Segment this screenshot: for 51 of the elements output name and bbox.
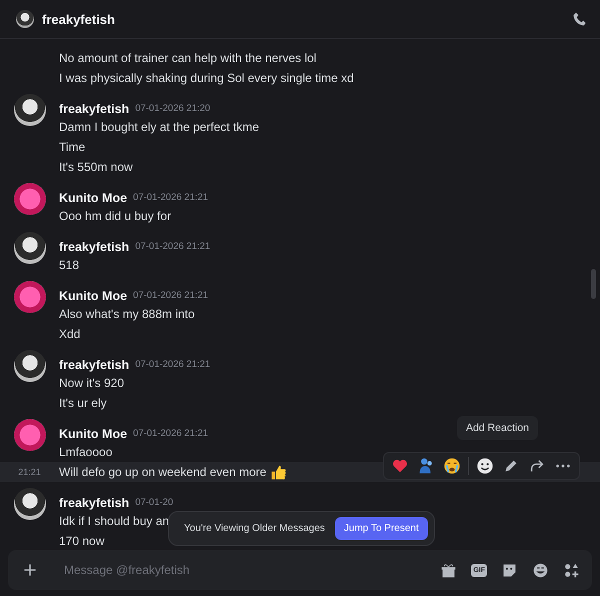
author-name[interactable]: freakyfetish: [59, 240, 130, 254]
timestamp: 07-01-2026 21:20: [135, 103, 210, 114]
avatar[interactable]: [14, 183, 46, 215]
banner-text: You're Viewing Older Messages: [184, 523, 325, 534]
avatar: [16, 10, 34, 28]
message-text: Lmfaoooo: [59, 445, 112, 459]
avatar[interactable]: [14, 488, 46, 520]
scrollbar-thumb[interactable]: [591, 269, 596, 299]
message-text: Will defo go up on weekend even more: [59, 465, 266, 479]
author-name[interactable]: freakyfetish: [59, 496, 130, 510]
message-text: Xdd: [59, 327, 80, 341]
tooltip: Add Reaction: [456, 416, 538, 440]
timestamp: 07-01-2026 21:21: [135, 241, 210, 252]
timestamp: 07-01-2026 21:21: [133, 192, 208, 203]
message-text: 170 now: [59, 534, 104, 548]
apps-icon[interactable]: [563, 562, 580, 578]
avatar[interactable]: [14, 94, 46, 126]
crying-face-icon[interactable]: [442, 456, 462, 476]
plus-icon[interactable]: [22, 562, 38, 578]
timestamp: 07-01-2026 21:21: [133, 290, 208, 301]
message-text: I was physically shaking during Sol every single time xd: [59, 71, 354, 85]
author-name[interactable]: freakyfetish: [59, 358, 130, 372]
message-text: Now it's 920: [59, 376, 124, 390]
avatar[interactable]: [14, 350, 46, 382]
sticker-icon[interactable]: [501, 562, 518, 578]
author-name[interactable]: Kunito Moe: [59, 288, 128, 302]
message-input[interactable]: Message @freakyfetish: [52, 563, 426, 577]
message-text: Time: [59, 140, 86, 154]
emoji-icon[interactable]: [532, 562, 549, 578]
channel-title: freakyfetish: [42, 12, 116, 26]
message-text: 518: [59, 258, 80, 272]
avatar[interactable]: [14, 281, 46, 313]
message-text: It's 550m now: [59, 160, 133, 174]
gift-icon[interactable]: [440, 562, 458, 578]
author-name[interactable]: Kunito Moe: [59, 190, 128, 204]
timestamp: 07-01-2026 21:21: [135, 359, 210, 370]
author-name[interactable]: freakyfetish: [59, 102, 130, 116]
avatar[interactable]: [14, 419, 46, 451]
phone-icon[interactable]: [572, 11, 588, 27]
timestamp: 07-01-2026 21:21: [133, 428, 208, 439]
timestamp: 07-01-20: [135, 497, 174, 508]
add-reaction-icon[interactable]: [475, 456, 495, 476]
message-time: 21:21: [17, 467, 42, 477]
avatar[interactable]: [14, 232, 46, 264]
message-text: No amount of trainer can help with the nerves lol: [59, 51, 316, 65]
jump-to-present-button[interactable]: Jump To Present: [334, 517, 428, 540]
message-text: Damn I bought ely at the perfect tkme: [59, 120, 260, 134]
message-text: Also what's my 888m into: [59, 307, 195, 321]
message-text: Ooo hm did u buy for: [59, 209, 172, 223]
author-name[interactable]: Kunito Moe: [59, 426, 128, 440]
message-text: It's ur ely: [59, 396, 107, 410]
